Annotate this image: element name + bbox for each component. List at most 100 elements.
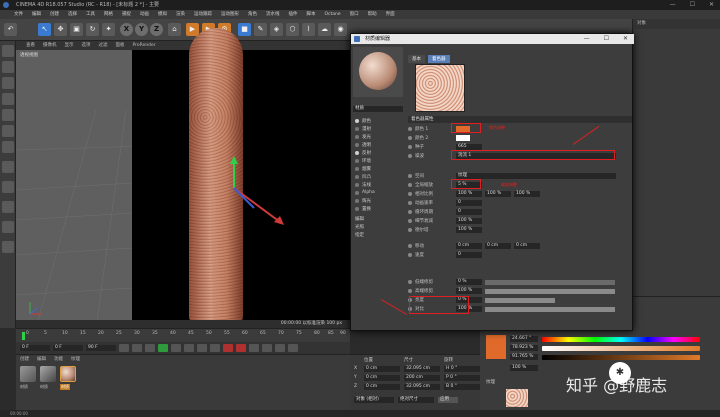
camera-icon[interactable]: ◉: [334, 23, 347, 36]
move-y-field[interactable]: 0 cm: [485, 243, 511, 249]
channel-reflectance[interactable]: 反射: [355, 150, 371, 156]
material-thumb[interactable]: [40, 366, 56, 382]
high-clip-field[interactable]: 100 %: [456, 288, 482, 294]
hue-field[interactable]: 24.667 °: [510, 336, 538, 342]
grid-icon[interactable]: [2, 241, 14, 253]
coordinate-system-icon[interactable]: ⌂: [168, 23, 181, 36]
hue-slider[interactable]: [542, 337, 700, 342]
channel-alpha[interactable]: Alpha: [355, 190, 375, 195]
menu-script[interactable]: 脚本: [307, 10, 316, 19]
brightness-field[interactable]: 100 %: [510, 365, 538, 371]
delta-field[interactable]: 100 %: [456, 227, 482, 233]
undo-icon[interactable]: ↶: [4, 23, 17, 36]
cube-icon[interactable]: ■: [238, 23, 251, 36]
menu-tools[interactable]: 工具: [86, 10, 95, 19]
saturation-field[interactable]: 78.923 %: [510, 345, 538, 351]
rotation-p-field[interactable]: P 0 °: [444, 375, 480, 381]
object-axis-gizmo[interactable]: [210, 150, 290, 240]
loop-period-field[interactable]: 0: [456, 209, 482, 215]
menu-tracking[interactable]: 运动跟踪: [194, 10, 212, 19]
channel-bump[interactable]: 凹凸: [355, 174, 371, 180]
relative-scale-z-field[interactable]: 100 %: [514, 191, 540, 197]
texture-thumb[interactable]: [506, 389, 528, 407]
viewport-menu-view[interactable]: 查看: [26, 41, 35, 50]
playhead[interactable]: [22, 332, 25, 340]
channel-glow[interactable]: 辉光: [355, 198, 371, 204]
material-editor-close-button[interactable]: ✕: [623, 34, 628, 44]
size-z-field[interactable]: 32.095 cm: [404, 384, 440, 390]
low-clip-slider[interactable]: [485, 279, 615, 285]
menu-snap[interactable]: 捕捉: [122, 10, 131, 19]
scene-icon[interactable]: ☁: [318, 23, 331, 36]
deformer-icon[interactable]: ⌇: [302, 23, 315, 36]
contrast-slider[interactable]: [485, 306, 615, 312]
channel-editor[interactable]: 编辑: [355, 216, 364, 222]
texture-mode-icon[interactable]: [2, 77, 14, 89]
pen-icon[interactable]: ✎: [254, 23, 267, 36]
minimize-button[interactable]: —: [670, 0, 676, 10]
autokey-icon[interactable]: [236, 344, 246, 352]
menu-character[interactable]: 角色: [248, 10, 257, 19]
polygons-mode-icon[interactable]: [2, 141, 14, 153]
edges-mode-icon[interactable]: [2, 125, 14, 137]
move-icon[interactable]: ✥: [54, 23, 67, 36]
speed-field[interactable]: 0: [456, 252, 482, 258]
tab-shader[interactable]: 着色器: [428, 55, 450, 63]
make-editable-icon[interactable]: [2, 45, 14, 57]
material-menu-texture[interactable]: 纹理: [71, 356, 80, 362]
color2-swatch[interactable]: [456, 135, 470, 141]
prev-key-icon[interactable]: [132, 344, 142, 352]
channel-environment[interactable]: 环境: [355, 158, 371, 164]
next-frame-icon[interactable]: [171, 344, 181, 352]
rotate-icon[interactable]: ↻: [86, 23, 99, 36]
keyframe-selection-icon[interactable]: [249, 344, 259, 352]
channel-illumination[interactable]: 光照: [355, 224, 364, 230]
material-menu-create[interactable]: 创建: [20, 356, 29, 362]
viewport-menu-display[interactable]: 显示: [65, 41, 74, 50]
channel-transparency[interactable]: 透明: [355, 142, 371, 148]
menu-layout[interactable]: 界面: [386, 10, 395, 19]
menu-plugins[interactable]: 插件: [289, 10, 298, 19]
axis-mode-icon[interactable]: [2, 181, 14, 193]
workplane-icon[interactable]: [2, 93, 14, 105]
material-preview[interactable]: [353, 47, 403, 97]
next-key-icon[interactable]: [184, 344, 194, 352]
material-editor-maximize-button[interactable]: ☐: [604, 34, 609, 44]
menu-help[interactable]: 帮助: [368, 10, 377, 19]
value-field[interactable]: 91.765 %: [510, 354, 538, 360]
play-icon[interactable]: [158, 344, 168, 352]
low-clip-field[interactable]: 0 %: [456, 279, 482, 285]
goto-end-icon[interactable]: [197, 344, 207, 352]
z-axis-button[interactable]: Z: [150, 23, 163, 36]
viewport-menu-camera[interactable]: 摄像机: [43, 41, 57, 50]
channel-displacement[interactable]: 置换: [355, 206, 371, 212]
menu-edit[interactable]: 编辑: [32, 10, 41, 19]
perspective-viewport[interactable]: 透视视图: [16, 50, 350, 328]
detail-attenuation-field[interactable]: 100 %: [456, 218, 482, 224]
menu-pipeline[interactable]: 流水线: [266, 10, 280, 19]
apply-button[interactable]: 应用: [438, 397, 458, 403]
size-mode-select[interactable]: 绝对尺寸: [398, 397, 434, 403]
recent-tool-icon[interactable]: ✦: [102, 23, 115, 36]
material-menu-function[interactable]: 功能: [54, 356, 63, 362]
channel-color[interactable]: 颜色: [355, 118, 371, 124]
size-x-field[interactable]: 32.095 cm: [404, 366, 440, 372]
menu-render[interactable]: 渲染: [176, 10, 185, 19]
saturation-slider[interactable]: [542, 346, 700, 351]
select-icon[interactable]: ↖: [38, 23, 51, 36]
move-z-field[interactable]: 0 cm: [514, 243, 540, 249]
channel-normal[interactable]: 法线: [355, 182, 371, 188]
anim-speed-field[interactable]: 0: [456, 200, 482, 206]
position-y-field[interactable]: 0 cm: [364, 375, 400, 381]
lock-workplane-icon[interactable]: [2, 221, 14, 233]
y-axis-button[interactable]: Y: [135, 23, 148, 36]
relative-scale-field[interactable]: 100 %: [456, 191, 482, 197]
rotation-h-field[interactable]: H 0 °: [444, 366, 480, 372]
menu-animate[interactable]: 动画: [140, 10, 149, 19]
scale-icon[interactable]: ▣: [70, 23, 83, 36]
array-icon[interactable]: ⬡: [286, 23, 299, 36]
goto-start-icon[interactable]: [119, 344, 129, 352]
size-y-field[interactable]: 200 cm: [404, 375, 440, 381]
current-frame-field[interactable]: 0 F: [53, 345, 83, 351]
key-position-icon[interactable]: [262, 344, 272, 352]
